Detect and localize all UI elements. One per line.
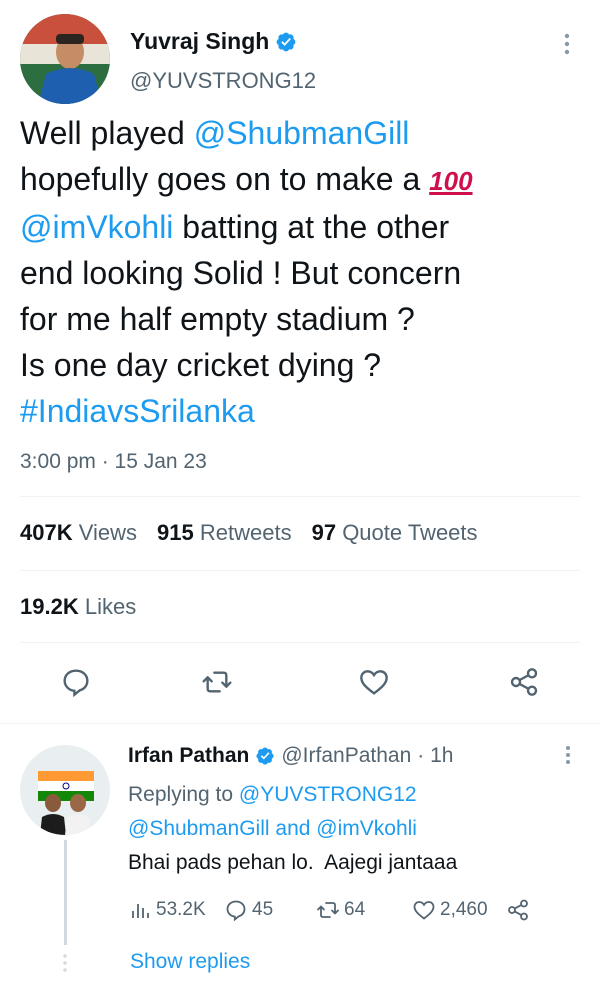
tweet-text-segment: for me half empty stadium ? [20, 301, 415, 337]
tweet-text-line: hopefully goes on to make a 100 [20, 156, 580, 204]
reply-views[interactable]: 53.2K [128, 898, 206, 922]
reply-likes[interactable]: 2,460 [412, 898, 488, 922]
show-replies-link[interactable]: Show replies [130, 950, 250, 974]
tweet-text-line: end looking Solid ! But concern [20, 250, 580, 296]
reply-author-handle[interactable]: @IrfanPathan [281, 744, 411, 768]
share-icon[interactable] [506, 898, 530, 922]
reply-icon[interactable] [60, 666, 92, 698]
verified-badge-icon [256, 747, 274, 765]
reply-time[interactable]: · 1h [417, 744, 453, 768]
likes-stat[interactable]: 19.2K Likes [20, 594, 136, 620]
reply-author-avatar[interactable] [20, 745, 110, 835]
tweet-text-segment: Well played [20, 115, 194, 151]
reply-icon [226, 900, 246, 922]
reply-likes-count: 2,460 [440, 899, 488, 920]
quotes-stat[interactable]: 97 Quote Tweets [312, 520, 478, 546]
reply-more-options-icon[interactable] [560, 744, 576, 766]
share-icon[interactable] [508, 666, 540, 698]
hundred-points-emoji: 100 [429, 166, 473, 196]
tweet-text-segment: end looking Solid ! But concern [20, 255, 462, 291]
tweet-text: Well played @ShubmanGill hopefully goes o… [20, 110, 580, 434]
quotes-count: 97 [311, 520, 337, 545]
likes-count: 19.2K [20, 594, 79, 619]
replying-to-user[interactable]: @imVkohli [316, 817, 417, 840]
tweet-timestamp[interactable]: 3:00 pm · 15 Jan 23 [20, 450, 207, 474]
thread-connector-line [64, 840, 67, 945]
tweet-text-segment: hopefully goes on to make a [20, 161, 430, 197]
divider [20, 570, 580, 571]
replying-to-label: Replying to [128, 783, 234, 806]
quotes-label: Quote Tweets [342, 520, 478, 545]
author-avatar[interactable] [20, 14, 110, 104]
tweet-text-segment: batting at the other [173, 209, 450, 245]
views-count: 407K [20, 520, 73, 545]
retweet-icon [317, 902, 339, 918]
views-stat: 407K Views [20, 520, 137, 546]
tweet-text-line: Is one day cricket dying ? [20, 342, 580, 388]
divider [20, 642, 580, 643]
views-icon [132, 904, 149, 918]
tweet-text-line: #IndiavsSrilanka [20, 388, 580, 434]
replying-and: and [275, 817, 311, 840]
tweet-text-line: for me half empty stadium ? [20, 296, 580, 342]
divider [20, 496, 580, 497]
verified-badge-icon [276, 32, 296, 51]
reply-retweets-count: 64 [344, 899, 366, 920]
retweet-icon[interactable] [201, 666, 233, 698]
mention-link[interactable]: @imVkohli [20, 209, 173, 245]
retweets-count: 915 [157, 520, 194, 545]
tweet-actions-bar [0, 666, 600, 706]
reply-replies[interactable]: 45 [224, 898, 273, 922]
replying-to-user[interactable]: @ShubmanGill [128, 817, 270, 840]
hashtag-link[interactable]: #IndiavsSrilanka [20, 393, 255, 429]
retweets-stat[interactable]: 915 Retweets [157, 520, 292, 546]
reply-actions-bar: 53.2K 45 64 2,460 [128, 898, 568, 928]
reply-author-name[interactable]: Irfan Pathan [128, 744, 249, 768]
author-name[interactable]: Yuvraj Singh [130, 28, 269, 55]
retweets-label: Retweets [199, 520, 292, 545]
author-handle[interactable]: @YUVSTRONG12 [130, 68, 316, 94]
tweet-text-segment: Is one day cricket dying ? [20, 347, 382, 383]
engagement-stats: 407K Views 915 Retweets 97 Quote Tweets [20, 520, 478, 546]
reply-text: Bhai pads pehan lo. Aajegi jantaaa [128, 851, 458, 874]
thread-ellipsis-icon [63, 954, 67, 972]
replying-to-user[interactable]: @YUVSTRONG12 [239, 783, 417, 806]
reply-header: Irfan Pathan @IrfanPathan · 1h [128, 744, 453, 768]
replying-to: Replying to @YUVSTRONG12 @ShubmanGill an… [128, 778, 568, 846]
reply-retweets[interactable]: 64 [316, 898, 365, 922]
more-options-icon[interactable] [557, 32, 577, 56]
tweet-text-line: @imVkohli batting at the other [20, 204, 580, 250]
reply-replies-count: 45 [252, 899, 274, 920]
author-name-row[interactable]: Yuvraj Singh [130, 28, 297, 55]
views-label: Views [78, 520, 138, 545]
mention-link[interactable]: @ShubmanGill [194, 115, 410, 151]
like-icon[interactable] [358, 666, 390, 698]
like-icon [413, 901, 435, 920]
tweet-text-line: Well played @ShubmanGill [20, 110, 580, 156]
likes-label: Likes [84, 594, 137, 619]
section-separator [0, 723, 600, 724]
reply-views-count: 53.2K [156, 899, 206, 920]
